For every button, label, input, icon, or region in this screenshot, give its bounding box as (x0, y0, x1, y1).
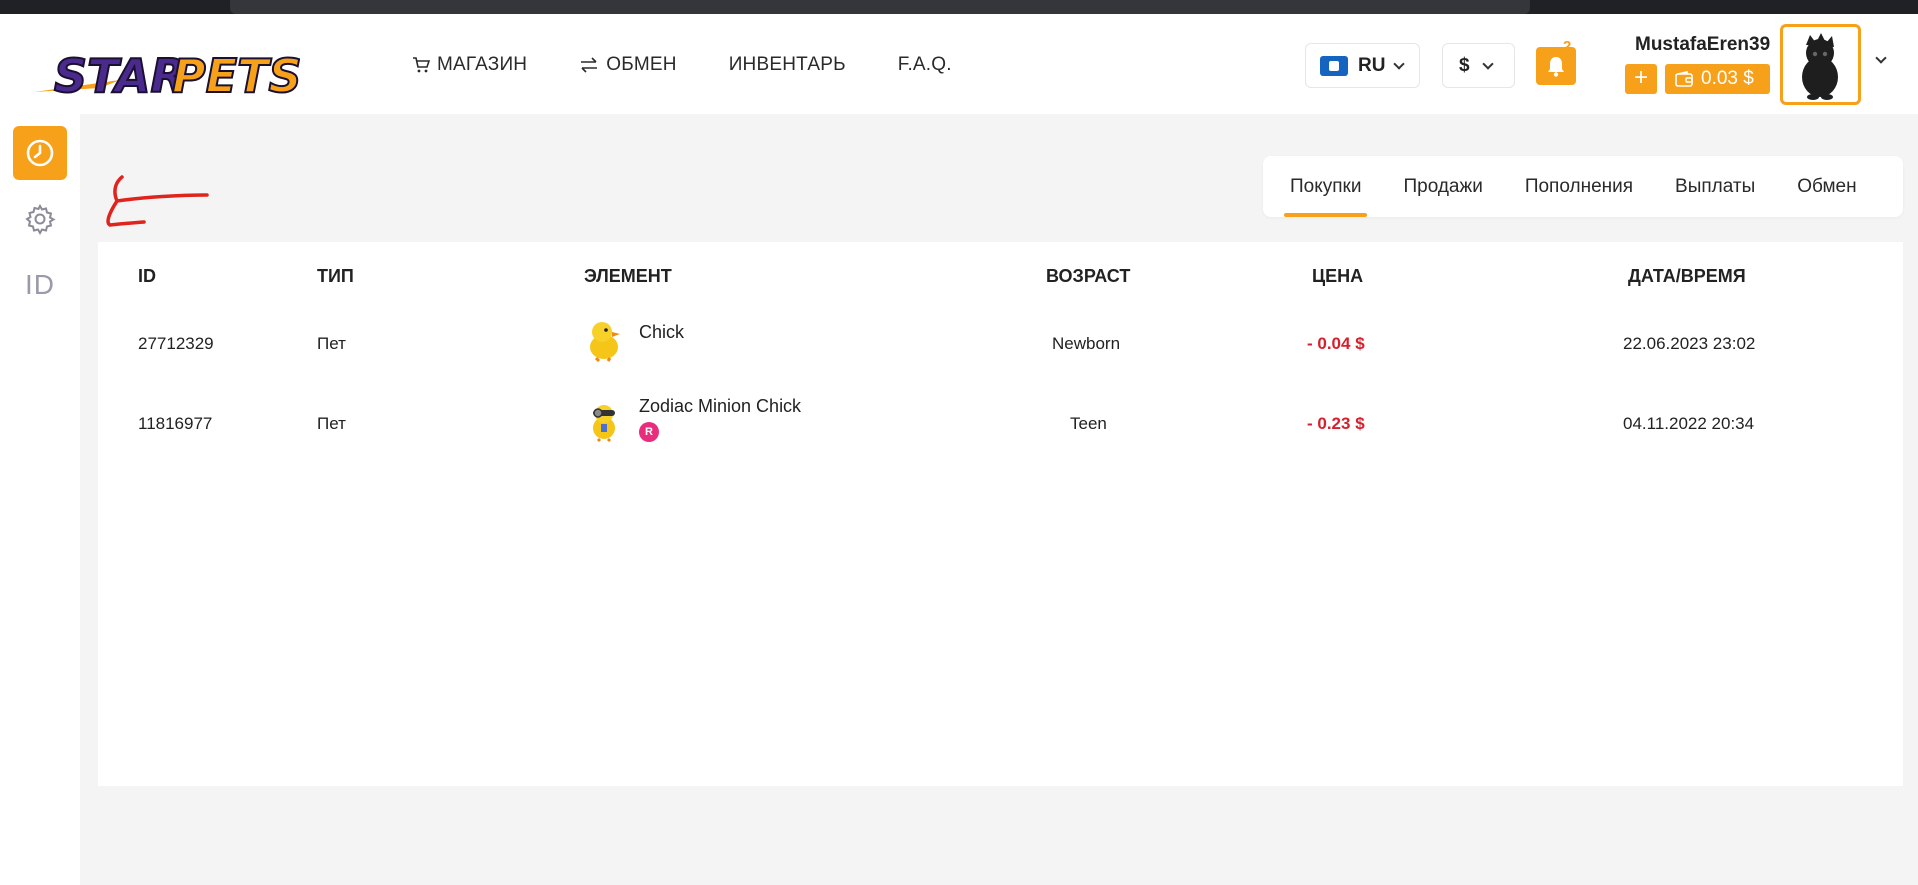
nav-faq[interactable]: F.A.Q. (898, 54, 952, 76)
currency-value: $ (1459, 54, 1470, 76)
sidebar-id-label: ID (25, 269, 55, 300)
sidebar-item-settings[interactable] (13, 192, 67, 246)
add-funds-button[interactable]: + (1625, 64, 1657, 94)
item-thumbnail (584, 398, 624, 447)
avatar[interactable] (1780, 24, 1861, 105)
tab-purchases[interactable]: Покупки (1283, 156, 1368, 217)
username[interactable]: MustafaEren39 (1635, 34, 1770, 56)
table-row[interactable]: 27712329 Пет Chick Newborn - 0.04 $ 22.0… (98, 308, 1903, 378)
cell-item-name: Zodiac Minion Chick (639, 396, 802, 416)
clock-icon (26, 139, 54, 167)
tab-withdrawals[interactable]: Выплаты (1674, 156, 1756, 217)
chevron-down-icon (1875, 52, 1887, 64)
language-select[interactable]: RU (1305, 43, 1420, 88)
tab-sales[interactable]: Продажи (1402, 156, 1483, 217)
swap-icon (581, 57, 598, 73)
sidebar-item-history[interactable] (13, 126, 67, 180)
chevron-down-icon (1393, 57, 1406, 70)
balance-value: 0.03 $ (1701, 68, 1754, 89)
browser-tab-strip (230, 0, 1530, 14)
currency-select[interactable]: $ (1442, 43, 1515, 88)
cell-type: Пет (317, 414, 346, 433)
nav-inventory-label: ИНВЕНТАРЬ (728, 54, 846, 75)
cell-id: 11816977 (138, 414, 213, 433)
top-header: STAR PETS МАГАЗИН ОБМЕН ИНВЕНТАРЬ F.A.Q.… (0, 14, 1918, 114)
cell-type: Пет (317, 334, 346, 353)
tab-trades[interactable]: Обмен (1796, 156, 1857, 217)
cell-price: - 0.23 $ (1307, 414, 1365, 433)
language-value: RU (1358, 54, 1386, 76)
chick-pet-image (590, 322, 620, 363)
starpets-logo[interactable]: STAR PETS (30, 42, 303, 104)
nav-trade[interactable]: ОБМЕН (579, 54, 677, 76)
main-nav: МАГАЗИН ОБМЕН ИНВЕНТАРЬ F.A.Q. (412, 54, 952, 76)
cell-datetime: 22.06.2023 23:02 (1623, 334, 1756, 353)
column-header-price: ЦЕНА (1312, 266, 1364, 286)
cell-age: Newborn (1052, 334, 1121, 353)
column-header-type: ТИП (317, 266, 354, 286)
nav-inventory[interactable]: ИНВЕНТАРЬ (729, 54, 846, 76)
cell-id: 27712329 (138, 334, 214, 353)
column-header-age: ВОЗРАСТ (1046, 266, 1131, 286)
language-flag-icon (1320, 55, 1348, 76)
balance-button[interactable]: 0.03 $ (1665, 64, 1770, 94)
rarity-badge: R (639, 422, 659, 442)
column-header-datetime: ДАТА/ВРЕМЯ (1628, 266, 1746, 286)
notifications-count: 2 (1563, 38, 1572, 55)
nav-shop[interactable]: МАГАЗИН (412, 54, 527, 76)
sidebar-item-id[interactable]: ID (13, 258, 67, 312)
cell-age: Teen (1070, 414, 1107, 433)
cell-item-name: Chick (639, 322, 685, 342)
cell-price: - 0.04 $ (1307, 334, 1365, 353)
wallet-icon (1675, 71, 1693, 87)
cart-icon (413, 57, 430, 73)
nav-shop-label: МАГАЗИН (437, 54, 528, 75)
svg-text:STAR: STAR (54, 49, 186, 103)
item-thumbnail (584, 318, 624, 367)
history-table: ID ТИП ЭЛЕМЕНТ ВОЗРАСТ ЦЕНА ДАТА/ВРЕМЯ 2… (98, 242, 1903, 786)
browser-chrome (0, 0, 1918, 14)
user-menu-toggle[interactable] (1875, 52, 1887, 64)
gear-icon (25, 203, 56, 235)
bell-icon (1548, 57, 1564, 77)
tab-deposits[interactable]: Пополнения (1524, 156, 1634, 217)
column-header-id: ID (138, 266, 156, 286)
nav-trade-label: ОБМЕН (606, 54, 677, 75)
column-header-item: ЭЛЕМЕНТ (584, 266, 672, 286)
cell-datetime: 04.11.2022 20:34 (1623, 414, 1755, 433)
table-row[interactable]: 11816977 Пет Zodiac Minion Chick R Teen … (98, 388, 1903, 458)
annotation-arrow (100, 175, 212, 235)
sidebar: ID (0, 114, 80, 885)
chevron-down-icon (1481, 57, 1494, 70)
zodiac-minion-chick-image (593, 405, 615, 443)
nav-faq-label: F.A.Q. (897, 54, 952, 75)
svg-text:PETS: PETS (172, 49, 300, 103)
history-tabs: Покупки Продажи Пополнения Выплаты Обмен (1263, 156, 1903, 217)
